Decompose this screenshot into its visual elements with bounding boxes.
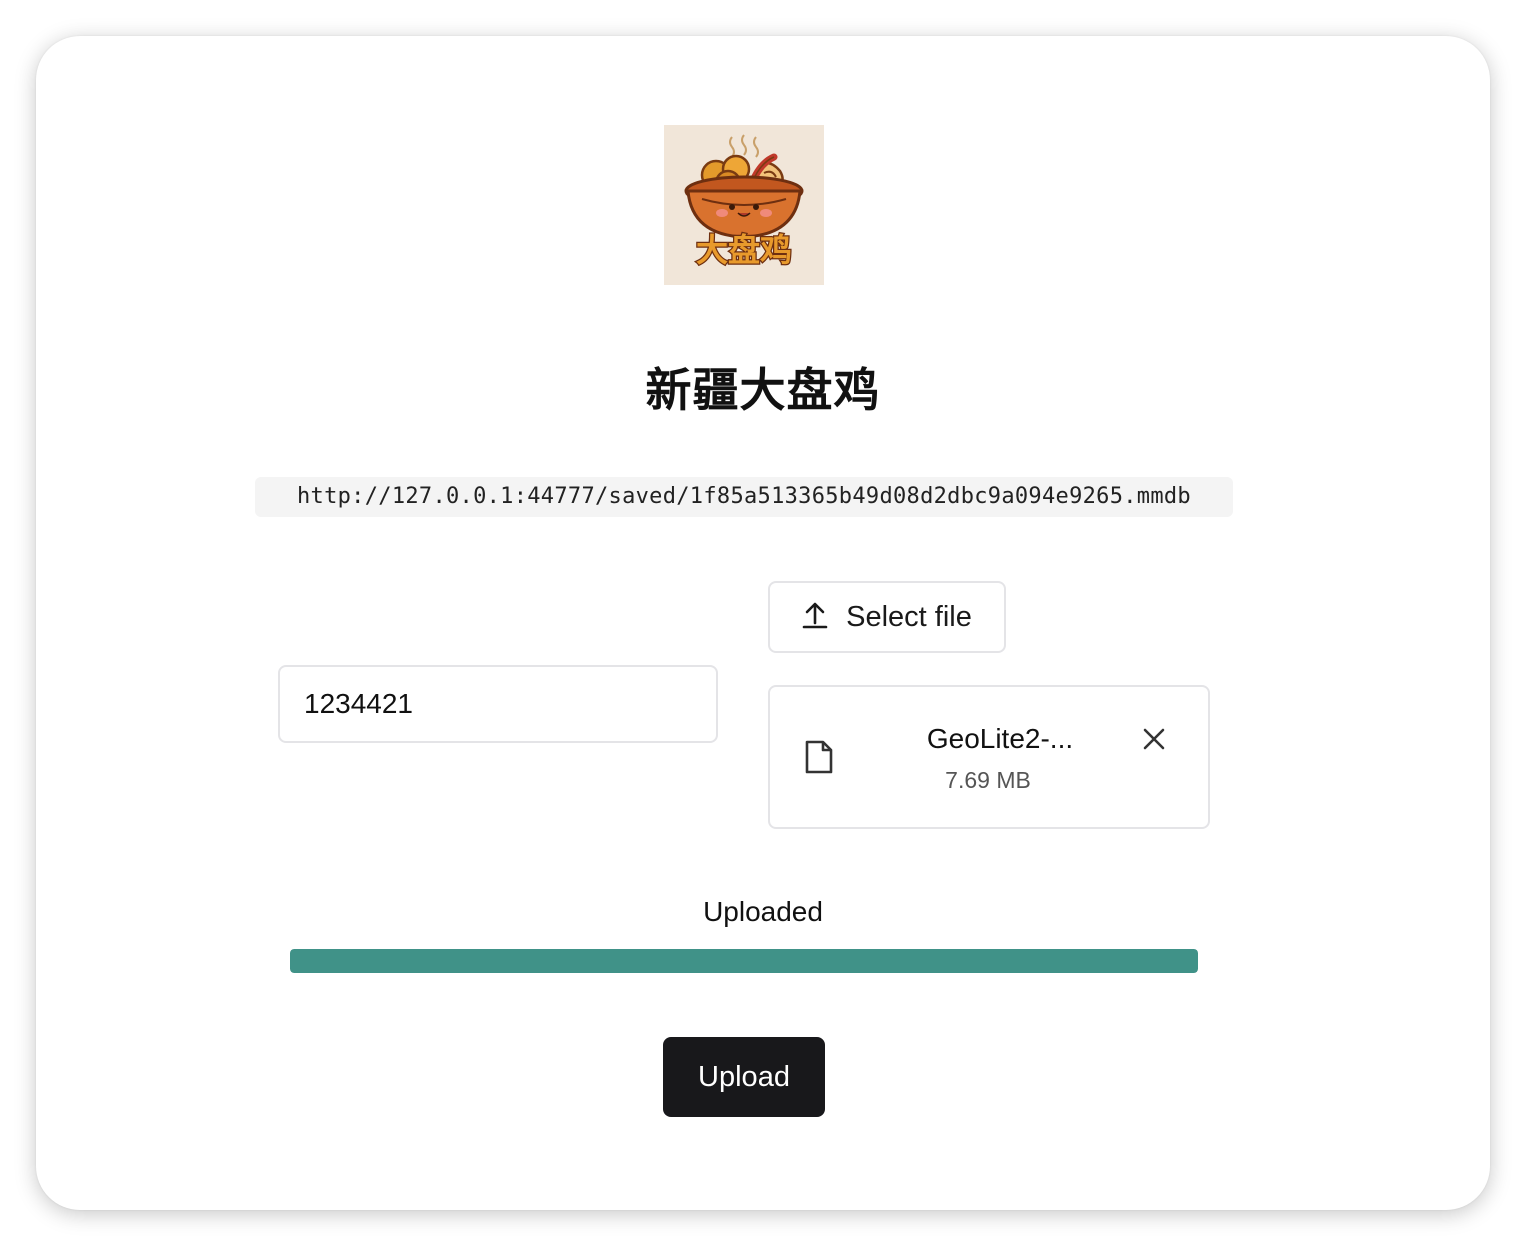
file-size: 7.69 MB (945, 767, 1031, 793)
upload-button[interactable]: Upload (663, 1037, 825, 1117)
select-file-label: Select file (846, 600, 972, 633)
selected-file-card: GeoLite2-... 7.69 MB (768, 685, 1210, 829)
text-input[interactable] (278, 665, 718, 743)
file-icon (804, 739, 834, 780)
file-name: GeoLite2-... (926, 723, 1074, 754)
upload-progress-fill (290, 949, 1198, 973)
logo-image: 大盘鸡 (664, 125, 824, 285)
saved-url: http://127.0.0.1:44777/saved/1f85a513365… (255, 477, 1233, 517)
app-window: 大盘鸡 新疆大盘鸡 http://127.0.0.1:44777/saved/1… (36, 36, 1490, 1210)
upload-progress-bar (290, 949, 1198, 973)
close-icon[interactable] (1140, 725, 1168, 753)
logo-text: 大盘鸡 (695, 231, 794, 270)
upload-status: Uploaded (703, 896, 823, 927)
page-title: 新疆大盘鸡 (645, 363, 881, 417)
svg-text:大盘鸡: 大盘鸡 (696, 231, 792, 269)
upload-icon (802, 601, 828, 634)
select-file-button[interactable]: Select file (768, 581, 1006, 653)
